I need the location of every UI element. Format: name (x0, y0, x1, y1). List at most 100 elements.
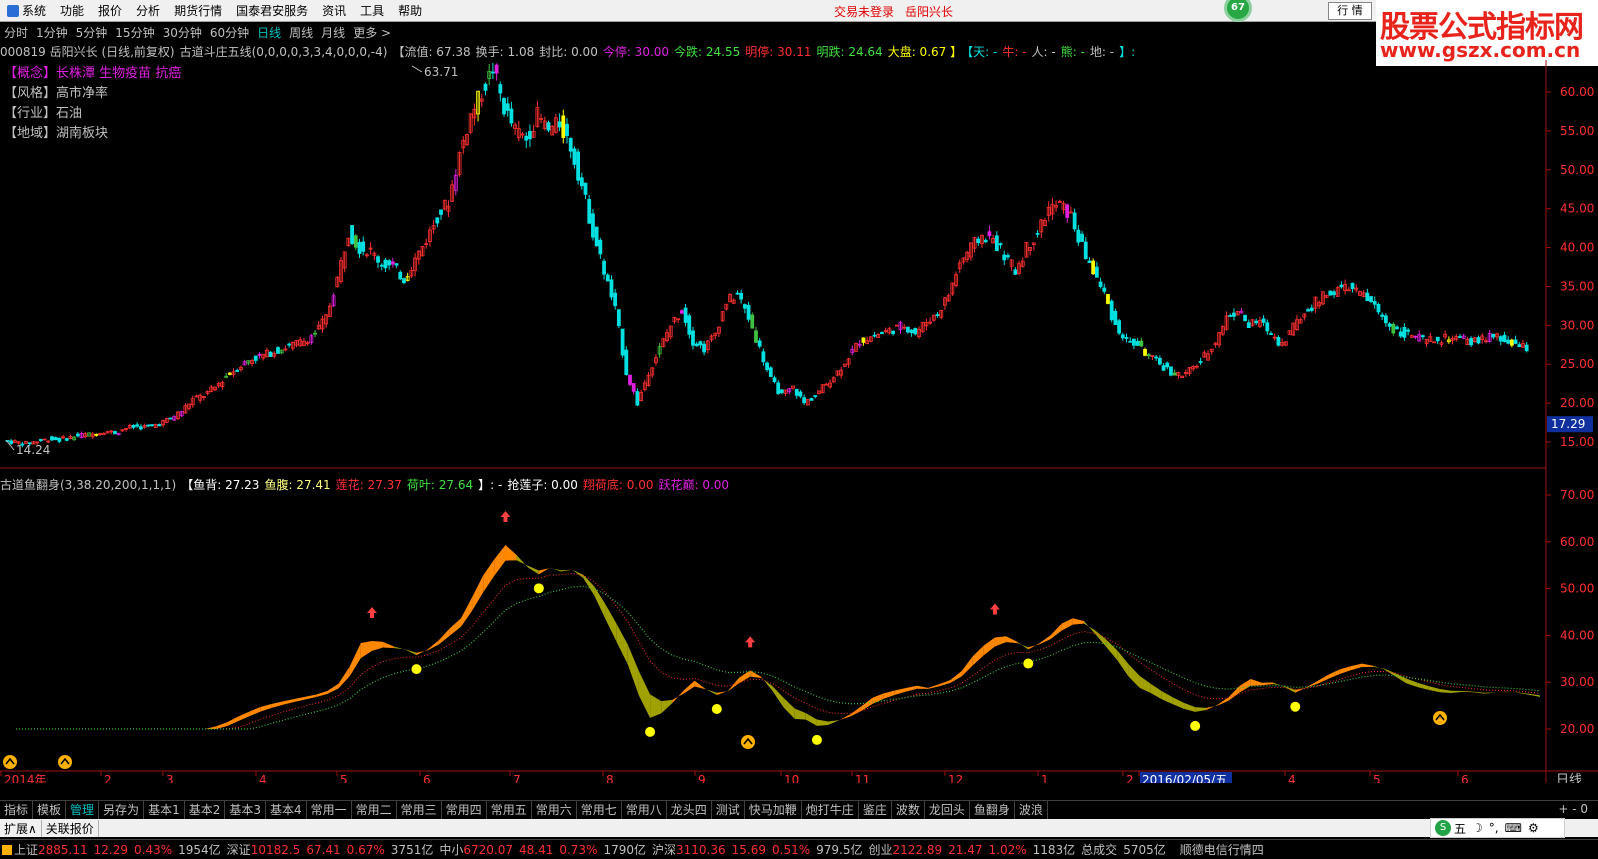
sogou-icon: S (1435, 820, 1451, 836)
feed-name[interactable]: 顺德电信行情四 (1180, 841, 1264, 858)
formula-tab[interactable]: 炮打牛庄 (802, 800, 859, 819)
menu-item-futures[interactable]: 期货行情 (167, 0, 229, 22)
menu-item-news[interactable]: 资讯 (315, 0, 353, 22)
main-formula[interactable]: 古道斗庄五线(0,0,0,0,3,3,4,0,0,0,-4) (180, 45, 388, 59)
formula-tab[interactable]: 常用五 (487, 800, 532, 819)
formula-tab[interactable]: 常用三 (397, 800, 442, 819)
candle-body (1087, 260, 1092, 264)
period-60min[interactable]: 60分钟 (206, 24, 253, 41)
score-badge[interactable]: 67 (1218, 0, 1258, 22)
menu-item-analysis[interactable]: 分析 (129, 0, 167, 22)
price-tick-label: 50.00 (1560, 163, 1594, 177)
quote-button[interactable]: 行 情 (1328, 2, 1372, 20)
fish-ribbon (1362, 663, 1374, 668)
formula-tab[interactable]: 模板 (33, 800, 67, 819)
period-fenshi[interactable]: 分时 (0, 24, 32, 41)
current-price-label: 17.29 (1551, 417, 1585, 431)
formula-tab[interactable]: 鉴庄 (859, 800, 892, 819)
buy-dot-signal (1023, 658, 1034, 669)
candle-body (1376, 304, 1381, 313)
expand-tab[interactable]: 扩展∧ (0, 819, 42, 837)
candle-body (361, 241, 366, 252)
indicator-name[interactable]: 古道鱼翻身(3,38.20,200,1,1,1) (0, 478, 176, 492)
buy-dot-signal (1290, 701, 1301, 712)
formula-tab[interactable]: 波浪 (1015, 800, 1048, 819)
sz-volume: 3751亿 (390, 843, 434, 857)
period-daily[interactable]: 日线 (253, 24, 285, 41)
fish-ribbon (1250, 679, 1262, 686)
fish-ribbon (883, 690, 895, 699)
menu-item-help[interactable]: 帮助 (391, 0, 429, 22)
period-1min[interactable]: 1分钟 (32, 24, 72, 41)
formula-tab[interactable]: 另存为 (99, 800, 145, 819)
candle-body (761, 351, 766, 363)
tag-region[interactable]: 【地域】湖南板块 (4, 124, 181, 144)
period-15min[interactable]: 15分钟 (111, 24, 158, 41)
candle-body (742, 304, 747, 309)
sz-pct: 0.67% (346, 842, 385, 857)
chart-area[interactable]: 60.00 55.00 50.00 45.00 40.00 35.00 30.00 25.00… (0, 60, 1598, 788)
formula-tab[interactable]: 常用四 (442, 800, 487, 819)
candle-body (353, 235, 358, 248)
ime-toolbar[interactable]: S 五 ☽ °, ⌨ ⚙ (1430, 818, 1565, 838)
tag-style[interactable]: 【风格】高市净率 (4, 84, 181, 104)
menu-item-gtja-service[interactable]: 国泰君安服务 (229, 0, 315, 22)
period-30min[interactable]: 30分钟 (159, 24, 206, 41)
related-quote-tab[interactable]: 关联报价 (42, 819, 99, 837)
fish-ribbon (1061, 618, 1073, 631)
candle-body (768, 367, 773, 377)
time-tick-label: 4 (1288, 773, 1296, 783)
menu-item-system[interactable]: 系统 (0, 0, 53, 22)
formula-tab[interactable]: 测试 (712, 800, 745, 819)
formula-tab[interactable]: 基本1 (144, 800, 185, 819)
period-monthly[interactable]: 月线 (317, 24, 349, 41)
zoom-controls[interactable]: + - 0 (1558, 802, 1588, 816)
formula-tab[interactable]: 龙回头 (925, 800, 970, 819)
trade-login-status[interactable]: 交易未登录 (834, 3, 894, 20)
formula-tab[interactable]: 龙头四 (667, 800, 712, 819)
buy-dot-signal (533, 583, 544, 594)
period-more[interactable]: 更多 > (349, 24, 395, 41)
menu-item-quote[interactable]: 报价 (91, 0, 129, 22)
formula-tab[interactable]: 基本2 (185, 800, 226, 819)
formula-tab[interactable]: 快马加鞭 (745, 800, 802, 819)
fish-ribbon (1161, 691, 1173, 705)
formula-tab[interactable]: 鱼翻身 (970, 800, 1015, 819)
period-5min[interactable]: 5分钟 (72, 24, 112, 41)
tag-industry[interactable]: 【行业】石油 (4, 104, 181, 124)
sh-name[interactable]: 上证 (14, 841, 38, 858)
current-stock-label: 岳阳兴长 (905, 5, 954, 19)
formula-tab[interactable]: 常用一 (307, 800, 352, 819)
candle-body (1120, 334, 1125, 339)
formula-tab[interactable]: 基本3 (225, 800, 266, 819)
formula-tab[interactable]: 常用八 (622, 800, 667, 819)
fish-ribbon (1373, 665, 1385, 670)
menu-item-tools[interactable]: 工具 (353, 0, 391, 22)
menu-item-function[interactable]: 功能 (53, 0, 91, 22)
candle-body (168, 417, 173, 420)
candle-body (1161, 365, 1166, 371)
candle-body (1143, 349, 1147, 356)
formula-tab[interactable]: 基本4 (266, 800, 307, 819)
candle-body (135, 424, 140, 427)
sz-name[interactable]: 深证 (227, 841, 251, 858)
kline-chart[interactable]: 60.00 55.00 50.00 45.00 40.00 35.00 30.00 25.00… (0, 60, 1598, 788)
xiong-value: 熊: - (1060, 45, 1085, 59)
period-weekly[interactable]: 周线 (285, 24, 317, 41)
formula-tab[interactable]: 常用六 (532, 800, 577, 819)
candle-body (1383, 315, 1388, 324)
formula-tab[interactable]: 管理 (66, 800, 100, 819)
hs-name[interactable]: 沪深 (652, 841, 676, 858)
tag-concept[interactable]: 【概念】长株潭 生物疫苗 抗癌 (4, 64, 181, 84)
formula-tab[interactable]: 指标 (0, 800, 34, 819)
candle-body (687, 315, 692, 335)
formula-tab[interactable]: 常用七 (577, 800, 622, 819)
fish-ribbon (983, 637, 995, 656)
formula-tab[interactable]: 波数 (892, 800, 925, 819)
cy-name[interactable]: 创业 (869, 841, 893, 858)
zx-name[interactable]: 中小 (439, 841, 463, 858)
time-tick-label: 7 (513, 773, 521, 783)
formula-tab[interactable]: 常用二 (352, 800, 397, 819)
punctuation-icon: °, (1488, 821, 1499, 835)
fish-ribbon (783, 697, 795, 719)
